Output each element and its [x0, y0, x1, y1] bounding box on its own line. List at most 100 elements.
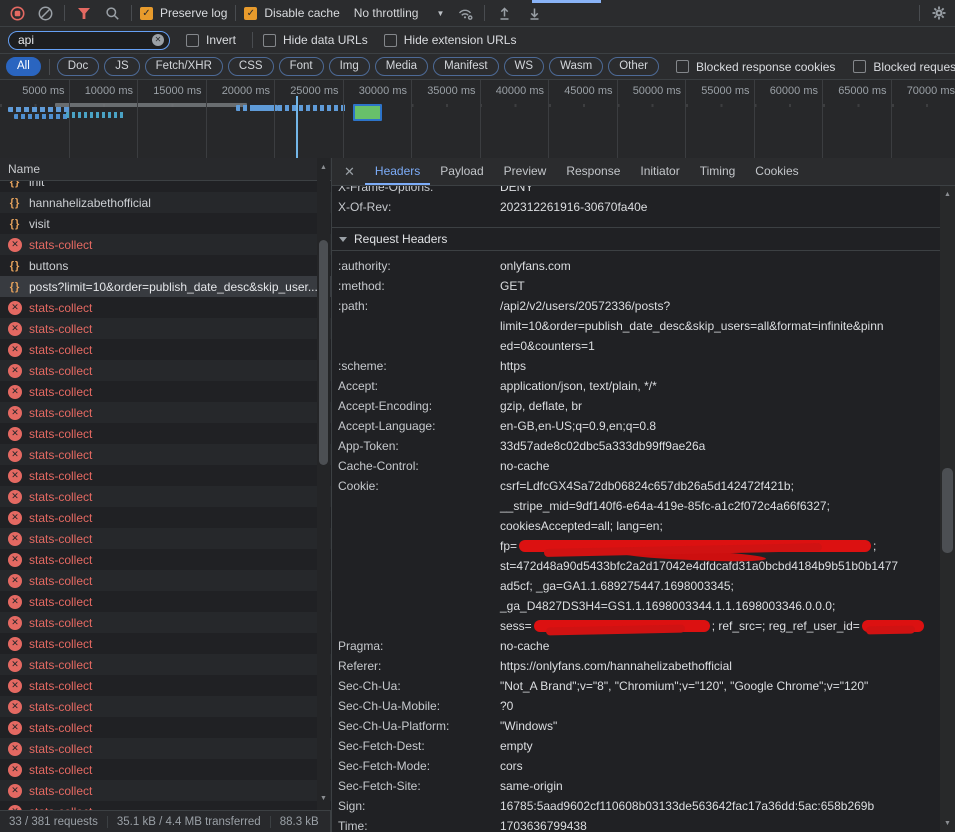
- request-row[interactable]: ✕stats-collect: [0, 759, 331, 780]
- request-list: {}init{}hannahelizabethofficial{}visit✕s…: [0, 181, 331, 810]
- network-overview[interactable]: 5000 ms10000 ms15000 ms20000 ms25000 ms3…: [0, 80, 955, 159]
- request-row[interactable]: ✕stats-collect: [0, 738, 331, 759]
- header-value: empty: [500, 736, 940, 756]
- request-row[interactable]: ✕stats-collect: [0, 234, 331, 255]
- request-row[interactable]: ✕stats-collect: [0, 339, 331, 360]
- scrollbar-thumb[interactable]: [942, 468, 953, 553]
- scroll-up-icon[interactable]: ▲: [940, 191, 955, 198]
- hide-data-urls-checkbox[interactable]: Hide data URLs: [263, 33, 368, 47]
- filter-pill-js[interactable]: JS: [104, 57, 139, 76]
- hide-extension-urls-checkbox[interactable]: Hide extension URLs: [384, 33, 517, 47]
- checkbox-unchecked-icon: [853, 60, 866, 73]
- request-name: stats-collect: [29, 490, 331, 504]
- clear-icon[interactable]: [34, 2, 56, 24]
- details-tab-bar: ✕ HeadersPayloadPreviewResponseInitiator…: [332, 158, 955, 186]
- request-row[interactable]: ✕stats-collect: [0, 780, 331, 801]
- request-row[interactable]: ✕stats-collect: [0, 528, 331, 549]
- throttling-select[interactable]: No throttling ▼: [354, 6, 445, 20]
- tab-response[interactable]: Response: [556, 158, 630, 185]
- request-row[interactable]: {}hannahelizabethofficial: [0, 192, 331, 213]
- disable-cache-checkbox[interactable]: ✓ Disable cache: [244, 6, 339, 20]
- filter-pill-font[interactable]: Font: [279, 57, 324, 76]
- chevron-down-icon: ▼: [436, 9, 444, 18]
- request-row[interactable]: ✕stats-collect: [0, 297, 331, 318]
- search-icon[interactable]: [101, 2, 123, 24]
- request-row[interactable]: {}buttons: [0, 255, 331, 276]
- request-row[interactable]: ✕stats-collect: [0, 570, 331, 591]
- filter-pill-other[interactable]: Other: [608, 57, 659, 76]
- request-row[interactable]: {}posts?limit=10&order=publish_date_desc…: [0, 276, 331, 297]
- preserve-log-checkbox[interactable]: ✓ Preserve log: [140, 6, 227, 20]
- error-icon: ✕: [8, 658, 22, 672]
- request-row[interactable]: ✕stats-collect: [0, 696, 331, 717]
- request-name: visit: [29, 217, 331, 231]
- scroll-down-icon[interactable]: ▼: [317, 795, 330, 802]
- tab-timing[interactable]: Timing: [690, 158, 746, 185]
- header-row: Accept:application/json, text/plain, */*: [332, 376, 940, 396]
- export-har-icon[interactable]: [523, 2, 545, 24]
- request-row[interactable]: ✕stats-collect: [0, 612, 331, 633]
- request-row[interactable]: ✕stats-collect: [0, 507, 331, 528]
- filter-pill-ws[interactable]: WS: [504, 57, 545, 76]
- overview-waterfall-segment: [14, 114, 69, 119]
- name-column-header[interactable]: Name: [0, 158, 331, 181]
- invert-checkbox[interactable]: Invert: [186, 33, 236, 47]
- request-row[interactable]: ✕stats-collect: [0, 318, 331, 339]
- request-row[interactable]: ✕stats-collect: [0, 591, 331, 612]
- filter-pill-img[interactable]: Img: [329, 57, 370, 76]
- scroll-down-icon[interactable]: ▼: [940, 820, 955, 827]
- filter-pill-doc[interactable]: Doc: [57, 57, 99, 76]
- error-icon: ✕: [8, 406, 22, 420]
- request-row[interactable]: ✕stats-collect: [0, 717, 331, 738]
- request-row[interactable]: {}visit: [0, 213, 331, 234]
- network-conditions-icon[interactable]: [454, 2, 476, 24]
- details-scrollbar[interactable]: ▲ ▼: [940, 186, 955, 832]
- overview-cursor-line: [296, 96, 298, 158]
- request-headers-section[interactable]: Request Headers: [332, 227, 940, 251]
- header-name: Sign:: [338, 796, 500, 816]
- blocked-response-cookies-checkbox[interactable]: Blocked response cookies: [676, 60, 835, 74]
- filter-pill-all[interactable]: All: [6, 57, 41, 76]
- filter-pill-manifest[interactable]: Manifest: [433, 57, 498, 76]
- filter-icon[interactable]: [73, 2, 95, 24]
- preserve-log-label: Preserve log: [160, 6, 227, 20]
- request-row[interactable]: ✕stats-collect: [0, 486, 331, 507]
- filter-pill-fetch-xhr[interactable]: Fetch/XHR: [145, 57, 223, 76]
- request-row[interactable]: ✕stats-collect: [0, 360, 331, 381]
- filter-pill-css[interactable]: CSS: [228, 57, 274, 76]
- request-row[interactable]: ✕stats-collect: [0, 381, 331, 402]
- close-icon[interactable]: ✕: [332, 164, 365, 180]
- redaction-scribble: [519, 540, 871, 552]
- scroll-up-icon[interactable]: ▲: [317, 164, 330, 171]
- tab-preview[interactable]: Preview: [494, 158, 557, 185]
- filter-pill-wasm[interactable]: Wasm: [549, 57, 603, 76]
- settings-gear-icon[interactable]: [928, 2, 950, 24]
- tab-headers[interactable]: Headers: [365, 158, 430, 185]
- request-row[interactable]: ✕stats-collect: [0, 444, 331, 465]
- record-icon[interactable]: [6, 2, 28, 24]
- request-row[interactable]: ✕stats-collect: [0, 801, 331, 810]
- request-row[interactable]: ✕stats-collect: [0, 402, 331, 423]
- request-row[interactable]: ✕stats-collect: [0, 633, 331, 654]
- checkbox-unchecked-icon: [676, 60, 689, 73]
- blocked-requests-checkbox[interactable]: Blocked requests: [853, 60, 955, 74]
- request-row[interactable]: ✕stats-collect: [0, 654, 331, 675]
- tab-initiator[interactable]: Initiator: [630, 158, 689, 185]
- request-row[interactable]: ✕stats-collect: [0, 675, 331, 696]
- checkbox-label: Blocked requests: [873, 60, 955, 74]
- clear-filter-icon[interactable]: ✕: [152, 34, 164, 46]
- request-row[interactable]: ✕stats-collect: [0, 423, 331, 444]
- request-list-scrollbar[interactable]: ▲ ▼: [317, 158, 330, 810]
- import-har-icon[interactable]: [493, 2, 515, 24]
- tab-payload[interactable]: Payload: [430, 158, 493, 185]
- scrollbar-thumb[interactable]: [319, 240, 328, 465]
- request-row[interactable]: ✕stats-collect: [0, 465, 331, 486]
- header-value: no-cache: [500, 636, 940, 656]
- request-row[interactable]: {}init: [0, 181, 331, 192]
- filter-input[interactable]: api ✕: [8, 31, 170, 50]
- request-row[interactable]: ✕stats-collect: [0, 549, 331, 570]
- request-name: stats-collect: [29, 343, 331, 357]
- disclosure-triangle-icon[interactable]: [339, 237, 347, 242]
- filter-pill-media[interactable]: Media: [375, 57, 428, 76]
- tab-cookies[interactable]: Cookies: [745, 158, 808, 185]
